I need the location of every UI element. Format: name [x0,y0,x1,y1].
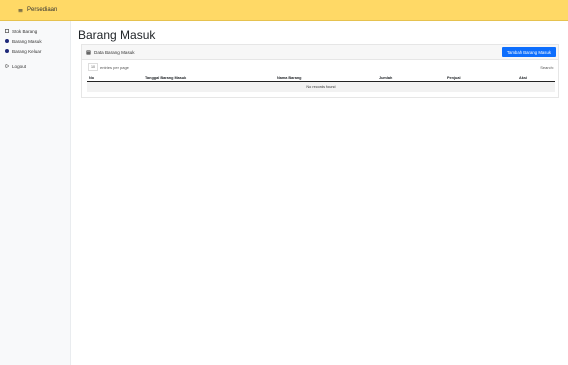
sidebar-item-logout[interactable]: Logout [0,61,70,71]
sidebar: Stok Barang Barang Masuk Barang Keluar L… [0,21,71,365]
sidebar-item-label: Barang Keluar [12,48,42,54]
table-header-row: No Tanggal Barang Masuk Nama Barang Juml… [87,74,555,82]
box-icon [5,29,9,33]
page-title: Barang Masuk [78,28,156,42]
circle-icon [5,39,9,43]
card-title: Data Barang Masuk [86,50,135,55]
table-toolbar: 10 entries per page Search: [88,63,554,71]
brand-title: Persediaan [27,7,58,13]
sidebar-item-label: Stok Barang [12,28,38,34]
column-header-jumlah[interactable]: Jumlah [377,74,445,82]
entries-label: entries per page [100,64,129,70]
sidebar-item-stok-barang[interactable]: Stok Barang [0,26,70,36]
table-icon [86,50,91,54]
entries-select[interactable]: 10 [88,63,98,71]
column-header-tanggal[interactable]: Tanggal Barang Masuk [143,74,275,82]
empty-table-message: No records found [87,81,555,92]
column-header-nama-barang[interactable]: Nama Barang [275,74,377,82]
data-table: No Tanggal Barang Masuk Nama Barang Juml… [87,74,555,92]
top-navbar: Persediaan [0,0,568,21]
main-content: Barang Masuk Data Barang Masuk Tambah Ba… [78,21,560,98]
sidebar-item-label: Logout [12,63,27,69]
column-header-no[interactable]: No [87,74,143,82]
card-title-text: Data Barang Masuk [94,49,135,55]
column-header-penjual[interactable]: Penjual [445,74,517,82]
table-row: No records found [87,81,555,92]
logout-icon [5,64,9,68]
circle-icon [5,49,9,53]
card-header: Data Barang Masuk Tambah Barang Masuk [82,45,558,60]
sidebar-item-barang-masuk[interactable]: Barang Masuk [0,36,70,46]
add-barang-masuk-button[interactable]: Tambah Barang Masuk [501,47,556,57]
search-label[interactable]: Search: [540,65,554,70]
data-card: Data Barang Masuk Tambah Barang Masuk 10… [81,44,559,98]
sidebar-item-barang-keluar[interactable]: Barang Keluar [0,46,70,56]
entries-control: 10 entries per page [88,63,129,71]
column-header-aksi[interactable]: Aksi [517,74,555,82]
menu-icon[interactable] [18,8,23,13]
brand[interactable]: Persediaan [18,7,57,13]
sidebar-item-label: Barang Masuk [12,38,42,44]
